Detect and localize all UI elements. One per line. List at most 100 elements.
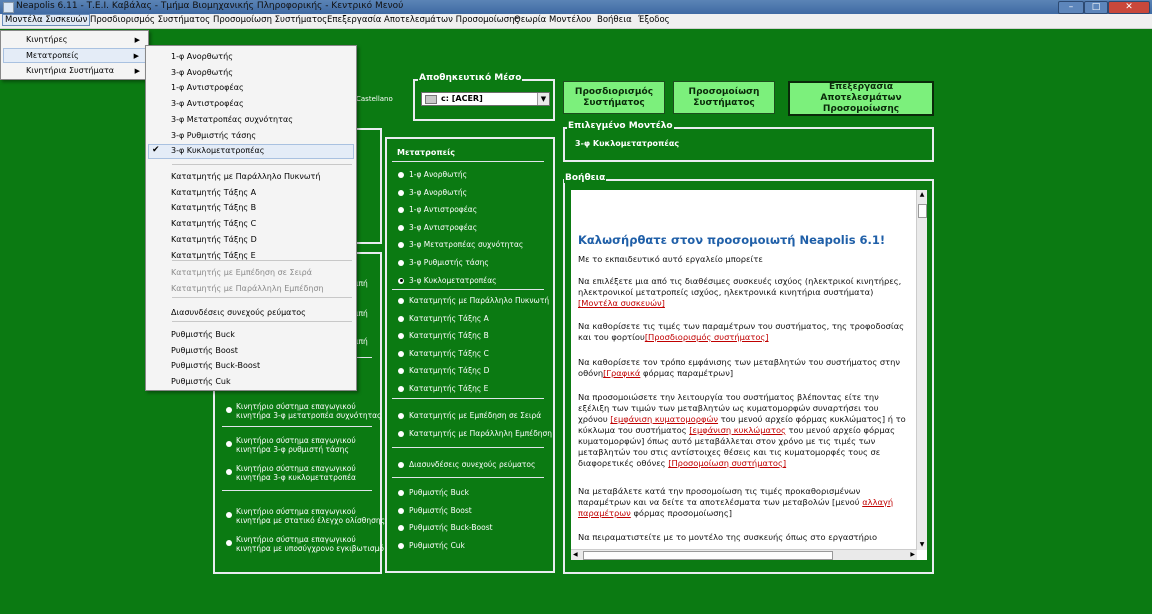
results-processing-button[interactable]: Επεξεργασία Αποτελεσμάτων Προσομοίωσης <box>788 81 934 116</box>
selected-model-label: Επιλεγμένο Μοντέλο <box>567 121 674 131</box>
help-vertical-scrollbar[interactable]: ▲ ▼ <box>916 190 927 550</box>
converters-submenu-item[interactable]: Κατατμητής Τάξης C <box>146 217 356 231</box>
show-circuit-link[interactable]: [εμφάνιση κυκλώματος <box>689 425 786 435</box>
converters-submenu-item[interactable]: Διασυνδέσεις συνεχούς ρεύματος <box>146 306 356 320</box>
simulation-button[interactable]: Προσομοίωση Συστήματος <box>673 81 775 114</box>
converter-radio-label: Κατατμητής Τάξης C <box>409 348 489 358</box>
converters-submenu-item[interactable]: Ρυθμιστής Boost <box>146 344 356 358</box>
title-bar: Neapolis 6.11 - Τ.Ε.Ι. Καβάλας - Τμήμα Β… <box>0 0 1152 14</box>
drive-radio-subsync[interactable] <box>226 540 232 546</box>
converter-radio-label: Κατατμητής Τάξης B <box>409 331 489 341</box>
drive-radio-freq[interactable] <box>226 407 232 413</box>
divider <box>392 398 544 399</box>
chevron-right-icon: ▶ <box>134 36 140 44</box>
converter-radio[interactable] <box>398 260 404 266</box>
scroll-right-icon[interactable]: ▶ <box>910 551 915 558</box>
chevron-down-icon[interactable]: ▼ <box>537 93 549 105</box>
drive-select[interactable]: c: [ACER] ▼ <box>421 92 550 106</box>
converters-submenu-item[interactable]: 3-φ Ανορθωτής <box>146 66 356 80</box>
drive-radio-cyclo[interactable] <box>226 469 232 475</box>
close-button[interactable]: ✕ <box>1108 1 1150 14</box>
converter-radio[interactable] <box>398 277 404 284</box>
drive-label-voltage-1: Κινητήριο σύστημα επαγωγικού <box>236 436 356 445</box>
button-label: Επεξεργασία Αποτελεσμάτων <box>820 82 902 103</box>
help-paragraph-5: Να μεταβάλετε κατά την προσομοίωση τις τ… <box>578 486 908 519</box>
submenu-item-label: Κατατμητής Τάξης D <box>171 234 257 244</box>
submenu-item-label: Ρυθμιστής Buck-Boost <box>171 361 261 371</box>
menu-separator <box>172 260 352 261</box>
scroll-thumb[interactable] <box>918 204 927 218</box>
help-text: φόρμας παραμέτρων] <box>640 368 734 378</box>
converter-radio-label: Κατατμητής με Παράλληλο Πυκνωτή <box>409 296 550 305</box>
show-waveforms-link[interactable]: [εμφάνιση κυματομορφών <box>610 414 718 424</box>
converter-radio[interactable] <box>398 430 404 437</box>
maximize-button[interactable]: □ <box>1084 1 1108 14</box>
graphics-link[interactable]: [Γραφικά <box>603 368 640 378</box>
help-horizontal-scrollbar[interactable]: ◀ ▶ <box>571 549 917 560</box>
menu-separator <box>172 164 352 165</box>
converter-radio[interactable] <box>398 315 404 322</box>
converter-radio-label: 3-φ Μετατροπέας συχνότητας <box>409 240 524 250</box>
converters-submenu-item[interactable]: 1-φ Αντιστροφέας <box>146 81 356 95</box>
help-content[interactable]: Καλωσήρθατε στον προσομοιωτή Neapolis 6.… <box>571 190 927 560</box>
converters-submenu-item[interactable]: Κατατμητής Τάξης A <box>146 186 356 200</box>
converters-submenu-item[interactable]: Κατατμητής με Παράλληλο Πυκνωτή <box>146 170 356 184</box>
scroll-thumb[interactable] <box>583 551 833 560</box>
help-paragraph-1: Να επιλέξετε μια από τις διαθέσιμες συσκ… <box>578 276 908 309</box>
converters-submenu-item[interactable]: Ρυθμιστής Buck <box>146 328 356 342</box>
converter-radio[interactable] <box>398 462 404 468</box>
converters-submenu-item[interactable]: 3-φ Αντιστροφέας <box>146 97 356 111</box>
system-simulation-link[interactable]: [Προσομοίωση συστήματος] <box>668 458 786 468</box>
submenu-item-label: Διασυνδέσεις συνεχούς ρεύματος <box>171 308 306 317</box>
menu-exit[interactable]: Έξοδος <box>638 15 670 25</box>
converter-radio[interactable] <box>398 172 404 178</box>
drive-label-cyclo-1: Κινητήριο σύστημα επαγωγικού <box>236 464 356 473</box>
scroll-up-icon[interactable]: ▲ <box>918 191 926 199</box>
system-definition-button[interactable]: Προσδιορισμός Συστήματος <box>563 81 665 114</box>
menu-device-models[interactable]: Μοντέλα Συσκευών <box>2 14 91 26</box>
submenu-item-label: 3-φ Κυκλομετατροπέας <box>171 146 265 156</box>
menu-separator <box>172 297 352 298</box>
button-label: Προσδιορισμός <box>574 86 654 97</box>
partial-item: ιπή <box>356 279 368 288</box>
partial-item: ιπή <box>356 309 368 318</box>
submenu-item-label: Κατατμητής Τάξης B <box>171 203 257 213</box>
converter-radio[interactable] <box>398 386 404 392</box>
scroll-down-icon[interactable]: ▼ <box>918 541 926 549</box>
menu-separator <box>172 321 352 322</box>
converters-submenu-item[interactable]: Κατατμητής Τάξης D <box>146 233 356 247</box>
menu-results-processing[interactable]: Επεξεργασία Αποτελεσμάτων Προσομοίωσης <box>327 15 520 25</box>
scroll-left-icon[interactable]: ◀ <box>573 551 578 558</box>
device-models-link[interactable]: [Μοντέλα συσκευών] <box>578 298 665 308</box>
converters-submenu-item[interactable]: 3-φ Μετατροπέας συχνότητας <box>146 113 356 127</box>
converter-radio[interactable] <box>398 542 404 549</box>
minimize-button[interactable]: – <box>1058 1 1084 14</box>
menu-item-motors[interactable]: Κινητήρες ▶ <box>1 33 148 47</box>
menu-help[interactable]: Βοήθεια <box>597 15 632 25</box>
menu-system-definition[interactable]: Προσδιορισμός Συστήματος <box>90 15 210 25</box>
menu-item-drive-systems[interactable]: Κινητήρια Συστήματα ▶ <box>1 64 148 78</box>
converters-submenu-item[interactable]: Ρυθμιστής Cuk <box>146 375 356 389</box>
converter-radio[interactable] <box>398 350 404 357</box>
converter-radio[interactable] <box>398 490 404 496</box>
submenu-item-label: 3-φ Μετατροπέας συχνότητας <box>171 114 293 124</box>
converters-submenu-item[interactable]: Ρυθμιστής Buck-Boost <box>146 359 356 373</box>
drive-radio-slip[interactable] <box>226 512 232 518</box>
system-definition-link[interactable]: [Προσδιορισμός συστήματος] <box>645 332 769 342</box>
converter-radio[interactable] <box>398 224 404 231</box>
menu-item-converters[interactable]: Μετατροπείς ▶ <box>3 48 146 63</box>
converter-radio[interactable] <box>398 507 404 514</box>
converter-radio[interactable] <box>398 189 404 196</box>
menu-model-theory[interactable]: Θεωρία Μοντέλου <box>514 15 591 25</box>
converters-submenu-item[interactable]: Κατατμητής Τάξης B <box>146 201 356 215</box>
converters-submenu-item[interactable]: ✔ 3-φ Κυκλομετατροπέας <box>146 144 356 160</box>
converter-radio[interactable] <box>398 298 404 304</box>
converters-submenu-item[interactable]: 1-φ Ανορθωτής <box>146 50 356 64</box>
converters-submenu-item[interactable]: 3-φ Ρυθμιστής τάσης <box>146 129 356 143</box>
submenu-item-label: Κατατμητής με Παράλληλη Εμπέδηση <box>171 283 324 293</box>
help-text: Να επιλέξετε μια από τις διαθέσιμες συσκ… <box>578 276 902 297</box>
converters-header: Μετατροπείς <box>397 148 455 157</box>
menu-system-simulation[interactable]: Προσομοίωση Συστήματος <box>213 15 327 25</box>
drive-radio-voltage[interactable] <box>226 441 232 447</box>
converter-radio[interactable] <box>398 413 404 419</box>
